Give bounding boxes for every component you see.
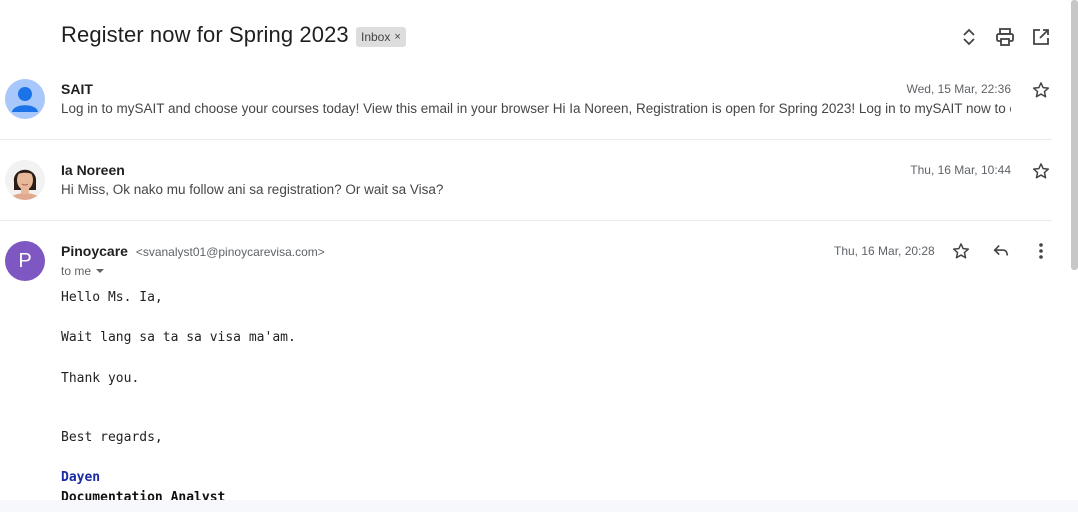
star-icon[interactable]: [951, 241, 971, 261]
open-in-new-window-icon[interactable]: [1030, 26, 1052, 48]
avatar: [5, 160, 45, 200]
remove-label-icon[interactable]: ×: [394, 27, 400, 47]
inbox-label-chip[interactable]: Inbox ×: [356, 27, 406, 47]
body-line: Wait lang sa ta sa visa ma'am.: [61, 330, 296, 345]
sender-name: Pinoycare: [61, 243, 128, 259]
message-snippet: Hi Miss, Ok nako mu follow ani sa regist…: [61, 182, 444, 197]
message-date: Wed, 15 Mar, 22:36: [906, 82, 1011, 96]
bottom-bar: [0, 500, 1078, 512]
body-greeting: Hello Ms. Ia,: [61, 290, 163, 305]
sender-name: Ia Noreen: [61, 162, 125, 178]
avatar: P: [5, 241, 45, 281]
message-date: Thu, 16 Mar, 20:28: [834, 244, 935, 258]
sender-email: <svanalyst01@pinoycarevisa.com>: [135, 245, 325, 259]
message-collapsed[interactable]: SAIT Log in to mySAIT and choose your co…: [0, 59, 1052, 140]
reply-icon[interactable]: [991, 241, 1011, 261]
sender-header: Pinoycare <svanalyst01@pinoycarevisa.com…: [61, 243, 325, 259]
signature-name: Dayen: [61, 470, 101, 485]
star-icon[interactable]: [1031, 161, 1051, 181]
message-date: Thu, 16 Mar, 10:44: [910, 163, 1011, 177]
body-closing: Best regards,: [61, 430, 163, 445]
body-line: Thank you.: [61, 371, 140, 386]
star-icon[interactable]: [1031, 80, 1051, 100]
label-text: Inbox: [361, 30, 391, 44]
avatar: [5, 79, 45, 119]
print-icon[interactable]: [994, 26, 1016, 48]
thread-subject: Register now for Spring 2023: [61, 22, 349, 47]
expand-all-icon[interactable]: [958, 26, 980, 48]
more-options-icon[interactable]: [1031, 241, 1051, 261]
vertical-scrollbar[interactable]: [1071, 0, 1078, 270]
chevron-down-icon: [96, 269, 105, 273]
recipients-text: to me: [61, 264, 92, 278]
message-collapsed[interactable]: Ia Noreen Hi Miss, Ok nako mu follow ani…: [0, 140, 1052, 221]
recipients-toggle[interactable]: to me: [61, 264, 105, 278]
sender-name: SAIT: [61, 81, 93, 97]
message-snippet: Log in to mySAIT and choose your courses…: [61, 101, 1011, 116]
